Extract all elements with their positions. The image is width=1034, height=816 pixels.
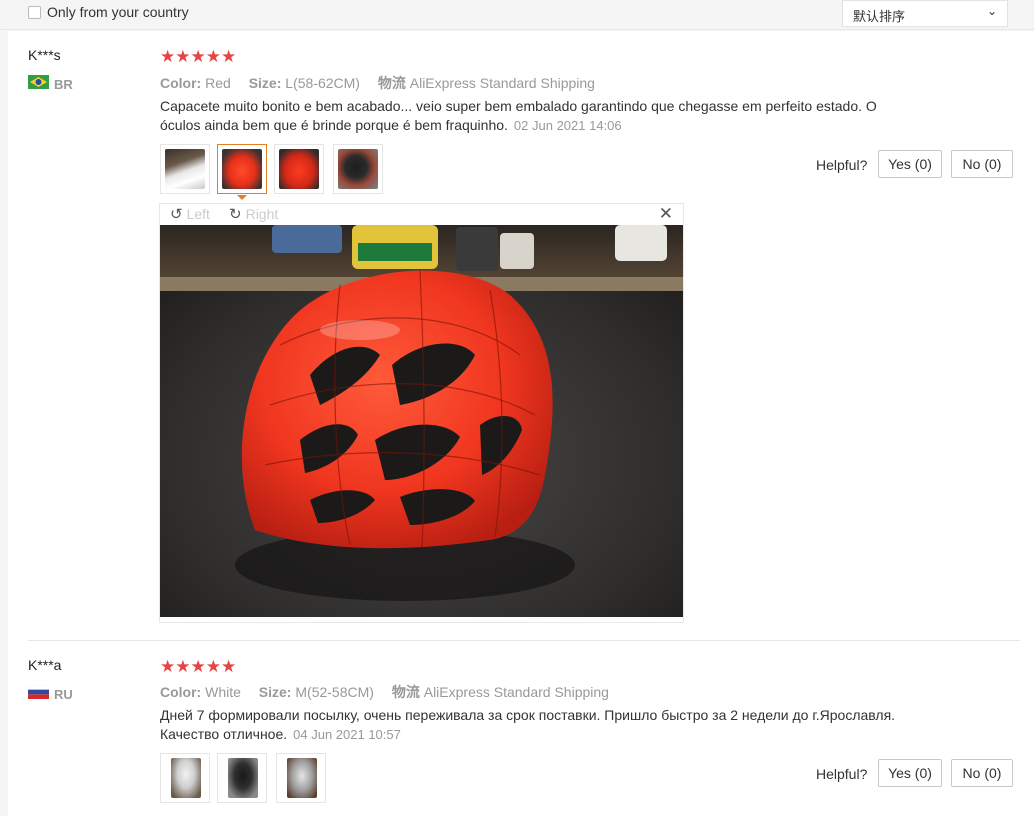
brazil-flag-icon [28, 75, 49, 89]
review-item: K***a RU ★★★★★ Color: White Size: M(52-5… [8, 641, 1034, 816]
size-value: M(52-58CM) [295, 684, 374, 700]
color-key: Color: [160, 75, 202, 91]
size-key: Size: [258, 684, 292, 700]
color-key: Color: [160, 684, 202, 700]
russia-flag-icon [28, 685, 49, 699]
review-body: Дней 7 формировали посылку, очень пережи… [160, 707, 896, 742]
review-photo-thumb[interactable] [160, 753, 210, 803]
shipping-value: AliExpress Standard Shipping [423, 684, 609, 700]
review-text: Capacete muito bonito e bem acabado... v… [160, 97, 920, 135]
review-attributes: Color: Red Size: L(58-62CM) 物流 AliExpres… [160, 73, 609, 93]
sort-value: 默认排序 [853, 10, 906, 25]
helpful-label: Helpful? [816, 157, 868, 173]
color-value: White [205, 684, 241, 700]
rotate-left-label: Left [186, 206, 210, 222]
review-photo-thumb-active[interactable] [217, 144, 267, 194]
active-thumb-indicator [237, 195, 247, 200]
rotate-right-label: Right [245, 206, 279, 222]
filter-bar: Only from your country 默认排序 ⌄ [0, 0, 1034, 30]
helpful-label: Helpful? [816, 766, 868, 782]
review-item: K***s BR ★★★★★ Color: Red Size: L(58-62C… [8, 31, 1034, 641]
shipping-key: 物流 [391, 684, 420, 700]
chevron-down-icon: ⌄ [986, 4, 997, 18]
color-value: Red [205, 75, 231, 91]
rotate-right-icon: ↻ [229, 206, 242, 223]
review-photo-thumb[interactable] [276, 753, 326, 803]
country-filter-checkbox[interactable] [28, 6, 41, 19]
vote-no-button[interactable]: No (0) [951, 759, 1013, 787]
review-date: 02 Jun 2021 14:06 [513, 118, 622, 133]
review-photo-large [160, 225, 683, 617]
photo-viewer: ↺ Left ↻ Right ✕ [159, 203, 684, 623]
vote-yes-button[interactable]: Yes (0) [878, 150, 942, 178]
sort-dropdown[interactable]: 默认排序 ⌄ [842, 0, 1008, 27]
reviewer-country: RU [54, 687, 73, 702]
review-date: 04 Jun 2021 10:57 [293, 727, 401, 742]
vote-no-button[interactable]: No (0) [951, 150, 1013, 178]
review-list: K***s BR ★★★★★ Color: Red Size: L(58-62C… [8, 31, 1034, 816]
reviewer-country: BR [54, 77, 73, 92]
rating-stars: ★★★★★ [160, 657, 237, 676]
shipping-value: AliExpress Standard Shipping [409, 75, 595, 91]
rating-stars: ★★★★★ [160, 47, 237, 66]
review-photo-thumb[interactable] [274, 144, 324, 194]
rotate-left-button[interactable]: ↺ Left [170, 205, 210, 223]
review-attributes: Color: White Size: M(52-58CM) 物流 AliExpr… [160, 682, 623, 702]
shipping-key: 物流 [377, 75, 406, 91]
rotate-right-button[interactable]: ↻ Right [229, 205, 278, 223]
photo-viewer-toolbar: ↺ Left ↻ Right ✕ [160, 204, 683, 225]
review-photo-thumb[interactable] [160, 144, 210, 194]
reviewer-name: K***s [28, 47, 61, 63]
review-photo-thumb[interactable] [333, 144, 383, 194]
rotate-left-icon: ↺ [170, 206, 183, 223]
helmet-photo [160, 225, 683, 617]
country-filter-label[interactable]: Only from your country [47, 4, 189, 20]
size-value: L(58-62CM) [285, 75, 360, 91]
review-text: Дней 7 формировали посылку, очень пережи… [160, 706, 920, 744]
size-key: Size: [248, 75, 282, 91]
vote-yes-button[interactable]: Yes (0) [878, 759, 942, 787]
review-photo-thumb[interactable] [217, 753, 267, 803]
close-icon[interactable]: ✕ [659, 204, 673, 224]
reviewer-name: K***a [28, 657, 62, 673]
